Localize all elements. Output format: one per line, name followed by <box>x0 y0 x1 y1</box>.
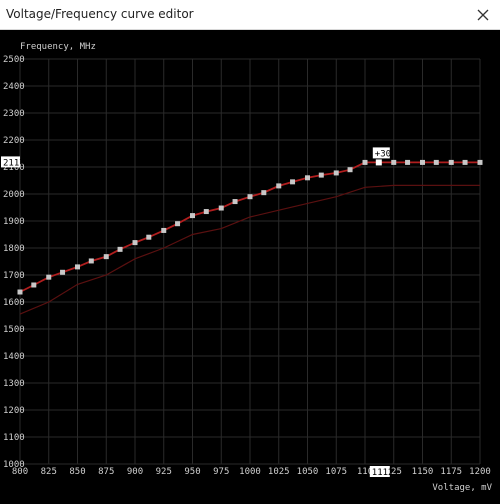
y-tick-label: 1500 <box>3 325 25 335</box>
close-icon <box>477 9 489 20</box>
curve-point[interactable] <box>391 159 397 165</box>
curve-point[interactable] <box>232 199 238 205</box>
y-tick-label: 1700 <box>3 271 25 281</box>
curve-point[interactable] <box>247 194 253 200</box>
curve-point[interactable] <box>477 159 483 165</box>
curve-point[interactable] <box>31 282 37 288</box>
curve-point[interactable] <box>190 213 195 219</box>
y-tick-label: 1900 <box>3 217 25 227</box>
curve-point[interactable] <box>132 240 138 246</box>
y-tick-label: 1200 <box>3 406 25 416</box>
y-tick-label: 2200 <box>3 136 25 146</box>
vf-curve-plot[interactable]: 1000 1100 1200 1300 1400 1500 1600 1700 1800 1900… <box>0 30 500 500</box>
x-tick-label: 850 <box>69 467 85 477</box>
x-tick-label: 900 <box>127 467 143 477</box>
y-tick-label: 1600 <box>3 298 25 308</box>
curve-point[interactable] <box>175 221 181 227</box>
curve-point[interactable] <box>462 159 468 165</box>
x-axis-label: Voltage, mV <box>432 483 492 493</box>
x-tick-label: 800 <box>12 467 28 477</box>
curve-point[interactable] <box>433 159 439 165</box>
curve-point[interactable] <box>161 227 167 233</box>
curve-point[interactable] <box>276 183 282 189</box>
curve-point[interactable] <box>46 274 52 280</box>
curve-point[interactable] <box>88 258 94 264</box>
curve-point[interactable] <box>60 269 66 275</box>
frequency-readout: 2117 <box>3 158 25 168</box>
curve-point[interactable] <box>17 289 23 295</box>
x-tick-label: 975 <box>213 467 229 477</box>
x-tick-label: 875 <box>98 467 114 477</box>
y-tick-label: 1100 <box>3 433 25 443</box>
y-tick-label: 1400 <box>3 352 25 362</box>
vf-curve-chart[interactable]: 1000 1100 1200 1300 1400 1500 1600 1700 1800 1900… <box>0 30 500 500</box>
voltage-readout: 1112 <box>372 468 394 478</box>
close-button[interactable] <box>466 0 500 29</box>
curve-point[interactable] <box>290 179 296 185</box>
x-tick-label: 1075 <box>325 467 347 477</box>
window-title: Voltage/Frequency curve editor <box>6 7 194 21</box>
y-tick-label: 2500 <box>3 55 25 65</box>
y-tick-label: 1800 <box>3 244 25 254</box>
y-tick-label: 1300 <box>3 379 25 389</box>
selected-curve-point[interactable] <box>375 159 382 166</box>
y-tick-label: 2400 <box>3 82 25 92</box>
curve-point[interactable] <box>318 172 324 178</box>
curve-point[interactable] <box>305 175 310 181</box>
x-tick-label: 1200 <box>469 467 491 477</box>
curve-point[interactable] <box>347 167 353 173</box>
title-bar: Voltage/Frequency curve editor <box>0 0 500 30</box>
curve-point[interactable] <box>117 246 123 252</box>
curve-point[interactable] <box>75 264 80 270</box>
curve-point[interactable] <box>103 254 109 260</box>
x-tick-label: 1175 <box>440 467 462 477</box>
curve-point[interactable] <box>203 209 209 215</box>
curve-point[interactable] <box>448 159 454 165</box>
y-axis-ticks: 1000110012001300140015001600170018001900… <box>3 55 25 470</box>
x-tick-label: 950 <box>184 467 200 477</box>
x-tick-label: 925 <box>156 467 172 477</box>
y-tick-label: 2000 <box>3 190 25 200</box>
curve-point[interactable] <box>362 159 368 165</box>
curve-point[interactable] <box>405 159 411 165</box>
y-axis-label: Frequency, MHz <box>20 42 96 52</box>
x-tick-label: 1150 <box>412 467 434 477</box>
curve-point[interactable] <box>333 170 339 176</box>
x-tick-label: 825 <box>41 467 57 477</box>
x-tick-label: 1050 <box>297 467 319 477</box>
offset-readout: +30 <box>375 149 391 159</box>
x-axis-ticks: 800 825 850 875 900 925 950 975 1000 1025 1050 1075… <box>12 467 491 477</box>
x-tick-label: 1025 <box>268 467 290 477</box>
y-tick-label: 2300 <box>3 109 25 119</box>
curve-point[interactable] <box>261 190 267 196</box>
curve-point[interactable] <box>218 205 224 211</box>
x-tick-label: 1000 <box>239 467 261 477</box>
curve-point[interactable] <box>146 234 152 240</box>
curve-point[interactable] <box>420 159 425 165</box>
